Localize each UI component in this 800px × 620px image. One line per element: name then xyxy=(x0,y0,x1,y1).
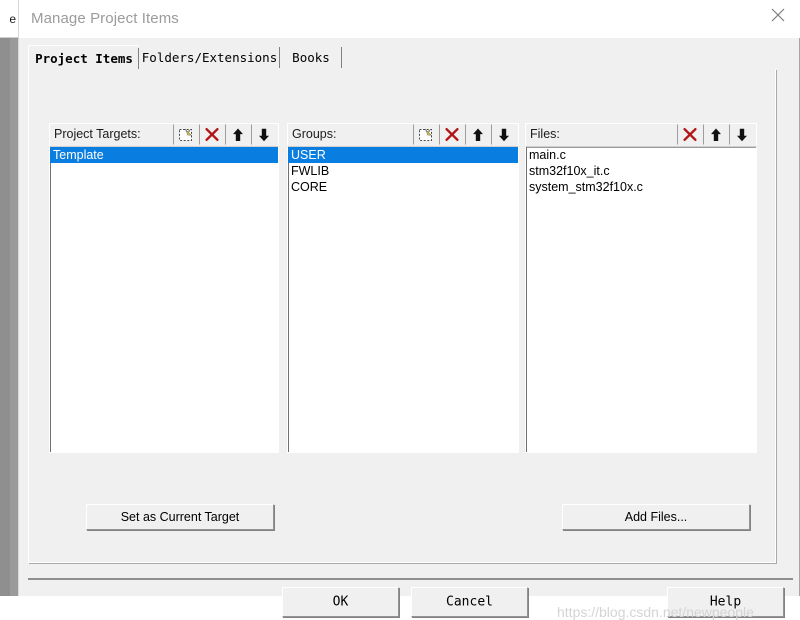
active-tab-underline xyxy=(28,70,139,71)
footer-separator xyxy=(28,578,793,580)
project-targets-label: Project Targets: xyxy=(54,127,141,141)
cancel-label: Cancel xyxy=(446,594,493,610)
dialog-client-area: Project Items Folders/Extensions Books P… xyxy=(19,38,800,620)
groups-label: Groups: xyxy=(292,127,337,141)
new-target-button[interactable] xyxy=(173,124,199,145)
list-item[interactable]: USER xyxy=(288,147,518,163)
dialog-title: Manage Project Items xyxy=(31,10,179,27)
groups-toolbar xyxy=(413,124,517,146)
delete-file-button[interactable] xyxy=(677,124,703,145)
tab-project-items[interactable]: Project Items xyxy=(28,45,139,70)
cancel-button[interactable]: Cancel xyxy=(411,587,528,617)
list-item[interactable]: main.c xyxy=(526,147,756,163)
move-file-up-button[interactable] xyxy=(703,124,729,145)
list-item[interactable]: CORE xyxy=(288,179,518,195)
files-listbox[interactable]: main.c stm32f10x_it.c system_stm32f10x.c xyxy=(525,146,757,453)
ok-button[interactable]: OK xyxy=(282,587,399,617)
tab-divider xyxy=(341,47,342,68)
tab-label: Project Items xyxy=(35,51,133,66)
move-target-down-button[interactable] xyxy=(251,124,277,145)
close-icon[interactable] xyxy=(755,0,800,30)
set-as-current-target-button[interactable]: Set as Current Target xyxy=(86,504,274,530)
tab-bar: Project Items Folders/Extensions Books xyxy=(28,45,776,71)
add-files-label: Add Files... xyxy=(624,510,688,524)
help-button[interactable]: Help xyxy=(667,587,784,617)
project-targets-toolbar xyxy=(173,124,277,146)
tab-books[interactable]: Books xyxy=(280,45,342,70)
list-item[interactable]: FWLIB xyxy=(288,163,518,179)
list-item[interactable]: Template xyxy=(50,147,278,163)
tab-folders-extensions[interactable]: Folders/Extensions xyxy=(139,45,280,70)
background-window-strip: e xyxy=(0,0,18,596)
files-column: Files: main.c stm32f10x_it.c system_stm3… xyxy=(525,123,757,453)
files-label: Files: xyxy=(530,127,560,141)
add-files-button[interactable]: Add Files... xyxy=(562,504,750,530)
groups-header: Groups: xyxy=(287,123,519,146)
list-item[interactable]: system_stm32f10x.c xyxy=(526,179,756,195)
tab-label: Books xyxy=(292,50,330,65)
project-targets-header: Project Targets: xyxy=(49,123,279,146)
groups-column: Groups: USER FWLIB CORE xyxy=(287,123,519,453)
delete-group-button[interactable] xyxy=(439,124,465,145)
tab-label: Folders/Extensions xyxy=(141,50,278,65)
files-header: Files: xyxy=(525,123,757,146)
move-group-up-button[interactable] xyxy=(465,124,491,145)
move-target-up-button[interactable] xyxy=(225,124,251,145)
files-toolbar xyxy=(677,124,755,146)
ok-label: OK xyxy=(332,594,349,610)
background-window-body xyxy=(0,38,18,596)
background-window-tab[interactable]: e xyxy=(0,0,18,38)
list-item[interactable]: stm32f10x_it.c xyxy=(526,163,756,179)
delete-target-button[interactable] xyxy=(199,124,225,145)
help-label: Help xyxy=(709,594,742,610)
project-targets-column: Project Targets: Template xyxy=(49,123,279,453)
set-as-current-target-label: Set as Current Target xyxy=(120,510,240,524)
groups-listbox[interactable]: USER FWLIB CORE xyxy=(287,146,519,453)
dialog-titlebar: Manage Project Items xyxy=(19,0,800,38)
move-group-down-button[interactable] xyxy=(491,124,517,145)
move-file-down-button[interactable] xyxy=(729,124,755,145)
background-window-shadow xyxy=(0,38,10,596)
new-group-button[interactable] xyxy=(413,124,439,145)
manage-project-items-dialog: Manage Project Items Project Items Folde… xyxy=(18,0,800,620)
project-targets-listbox[interactable]: Template xyxy=(49,146,279,453)
